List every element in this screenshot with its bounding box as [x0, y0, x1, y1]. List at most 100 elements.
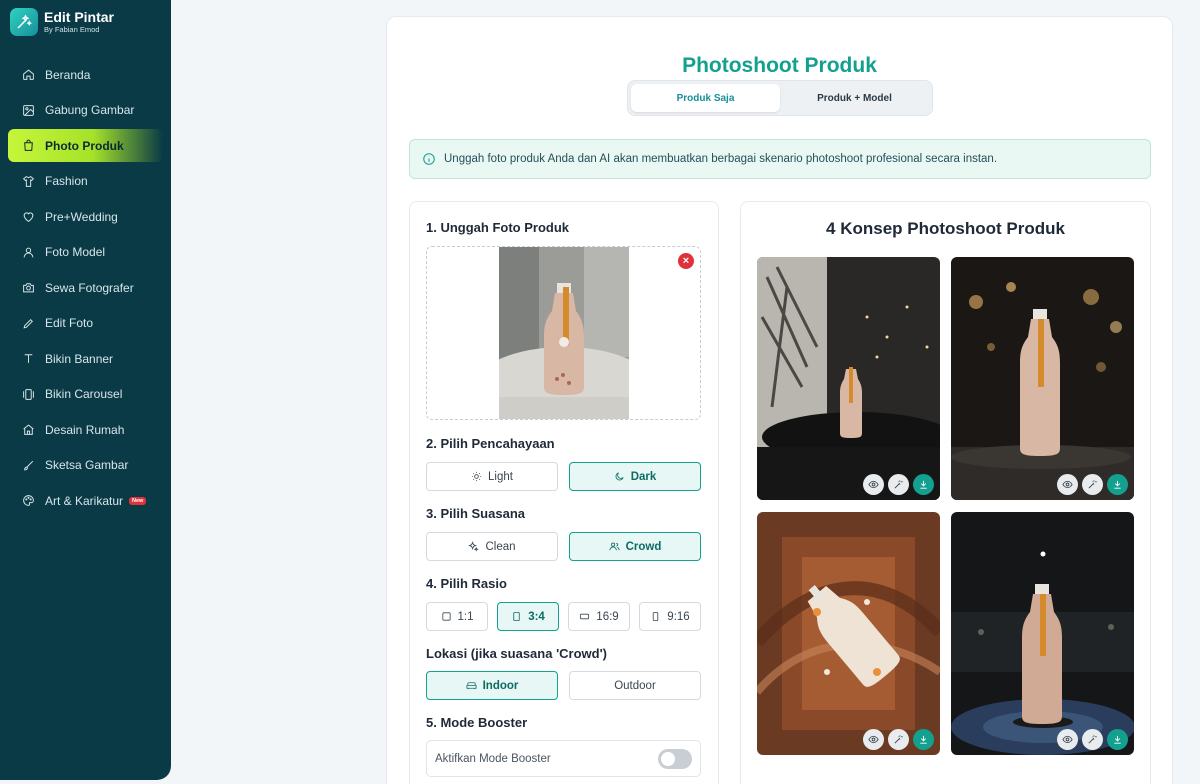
- image-icon: [23, 104, 34, 116]
- sidebar-item-photo-produk[interactable]: Photo Produk: [8, 129, 163, 162]
- lighting-dark-button[interactable]: Dark: [569, 462, 701, 491]
- ratio-16-9-button[interactable]: 16:9: [568, 602, 630, 631]
- ratio-1-1-button[interactable]: 1:1: [426, 602, 488, 631]
- option-label: 9:16: [667, 610, 690, 623]
- ratio-title: 4. Pilih Rasio: [426, 576, 507, 591]
- result-image-1: [757, 257, 940, 500]
- camera-icon: [23, 283, 34, 293]
- pencil-icon: [23, 318, 33, 329]
- app-logo-icon: [10, 8, 38, 36]
- ambience-title: 3. Pilih Suasana: [426, 506, 525, 521]
- result-actions: [863, 474, 934, 495]
- sidebar-item-label: Gabung Gambar: [45, 103, 135, 117]
- location-options: Indoor Outdoor: [426, 671, 701, 700]
- ratio-9-16-button[interactable]: 9:16: [639, 602, 701, 631]
- carousel-icon: [23, 388, 34, 400]
- lighting-light-button[interactable]: Light: [426, 462, 558, 491]
- download-button[interactable]: [913, 729, 934, 750]
- booster-toggle[interactable]: [658, 749, 692, 769]
- option-label: Indoor: [482, 679, 519, 692]
- sidebar-item-label: Edit Foto: [45, 316, 94, 330]
- view-button[interactable]: [863, 474, 884, 495]
- option-label: Dark: [630, 470, 657, 483]
- sidebar-item-label: Art & Karikatur: [45, 493, 124, 508]
- sidebar-item-gabung-gambar[interactable]: Gabung Gambar: [8, 94, 163, 127]
- app-name: Edit Pintar: [44, 9, 115, 25]
- location-indoor-button[interactable]: Indoor: [426, 671, 558, 700]
- option-label: Crowd: [625, 540, 662, 553]
- sidebar-item-beranda[interactable]: Beranda: [8, 58, 163, 91]
- results-title: 4 Konsep Photoshoot Produk: [826, 219, 1065, 238]
- result-card[interactable]: [951, 512, 1134, 755]
- tab-produk-model[interactable]: Produk + Model: [780, 84, 929, 112]
- enhance-button[interactable]: [1082, 729, 1103, 750]
- moon-icon: [615, 472, 624, 481]
- magic-wand-icon: [894, 480, 903, 489]
- sidebar-item-sewa-fotografer[interactable]: Sewa Fotografer: [8, 271, 163, 304]
- result-card[interactable]: [757, 512, 940, 755]
- sidebar-item-fashion[interactable]: Fashion: [8, 165, 163, 198]
- ambience-crowd-button[interactable]: Crowd: [569, 532, 701, 561]
- ratio-3-4-button[interactable]: 3:4: [497, 602, 559, 631]
- view-button[interactable]: [863, 729, 884, 750]
- sidebar-item-label: Bikin Banner: [45, 351, 114, 366]
- brand[interactable]: Edit Pintar By Fabian Emod: [10, 8, 114, 36]
- sidebar-item-sketsa-gambar[interactable]: Sketsa Gambar: [8, 449, 163, 482]
- location-outdoor-button[interactable]: Outdoor: [569, 671, 701, 700]
- booster-row: Aktifkan Mode Booster: [426, 740, 701, 777]
- option-label: Clean: [485, 540, 516, 553]
- eye-icon: [1062, 735, 1073, 744]
- sidebar-item-bikin-banner[interactable]: Bikin Banner: [8, 342, 163, 375]
- result-actions: [1057, 474, 1128, 495]
- type-icon: [24, 354, 33, 363]
- sidebar-item-label: Photo Produk: [45, 138, 124, 153]
- magic-wand-icon: [894, 735, 903, 744]
- enhance-button[interactable]: [1082, 474, 1103, 495]
- magic-wand-icon: [1088, 735, 1097, 744]
- palette-icon: [23, 495, 34, 506]
- download-button[interactable]: [913, 474, 934, 495]
- ambience-clean-button[interactable]: Clean: [426, 532, 558, 561]
- view-button[interactable]: [1057, 474, 1078, 495]
- booster-label: Aktifkan Mode Booster: [435, 752, 551, 765]
- sidebar-item-desain-rumah[interactable]: Desain Rumah: [8, 413, 163, 446]
- result-card[interactable]: [757, 257, 940, 500]
- sidebar-item-label: Foto Model: [45, 245, 106, 259]
- user-icon: [23, 247, 34, 257]
- download-button[interactable]: [1107, 729, 1128, 750]
- view-button[interactable]: [1057, 729, 1078, 750]
- sidebar-item-art-karikatur[interactable]: Art & Karikatur New: [8, 484, 163, 517]
- download-icon: [920, 735, 927, 744]
- sidebar-item-edit-foto[interactable]: Edit Foto: [8, 307, 163, 340]
- option-label: 3:4: [528, 610, 545, 623]
- home-icon: [23, 69, 34, 80]
- sidebar-item-bikin-carousel[interactable]: Bikin Carousel: [8, 378, 163, 411]
- sparkles-icon: [468, 541, 480, 552]
- mode-tabs: Produk Saja Produk + Model: [627, 80, 933, 116]
- download-button[interactable]: [1107, 474, 1128, 495]
- result-actions: [863, 729, 934, 750]
- result-card[interactable]: [951, 257, 1134, 500]
- download-icon: [1114, 735, 1121, 744]
- enhance-button[interactable]: [888, 729, 909, 750]
- enhance-button[interactable]: [888, 474, 909, 495]
- sidebar-item-foto-model[interactable]: Foto Model: [8, 236, 163, 269]
- location-title: Lokasi (jika suasana 'Crowd'): [426, 646, 608, 661]
- shirt-icon: [22, 175, 35, 187]
- sidebar-item-label: Desain Rumah: [45, 422, 125, 437]
- remove-image-button[interactable]: ×: [678, 253, 694, 269]
- sidebar: Edit Pintar By Fabian Emod Beranda Gabun…: [0, 0, 171, 780]
- result-image-2: [951, 257, 1134, 500]
- sofa-icon: [466, 682, 477, 690]
- option-label: 1:1: [457, 610, 474, 623]
- sidebar-item-pre-wedding[interactable]: Pre+Wedding: [8, 200, 163, 233]
- sidebar-item-label: Fashion: [45, 174, 88, 188]
- uploaded-product-image: [499, 247, 629, 419]
- option-label: Light: [488, 470, 513, 483]
- tab-produk-saja[interactable]: Produk Saja: [631, 84, 780, 112]
- upload-dropzone[interactable]: ×: [426, 246, 701, 420]
- ratio-options: 1:1 3:4 16:9 9:16: [426, 602, 701, 631]
- eye-icon: [1062, 480, 1073, 489]
- booster-title: 5. Mode Booster: [426, 715, 528, 730]
- result-image-4: [951, 512, 1134, 755]
